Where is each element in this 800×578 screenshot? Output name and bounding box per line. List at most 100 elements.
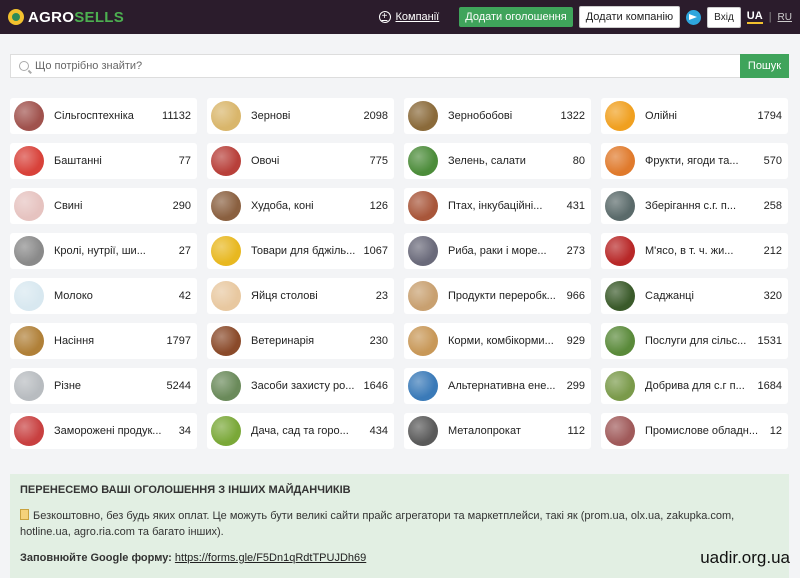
category-image-icon [605, 326, 635, 356]
category-count: 27 [178, 245, 191, 257]
category-card[interactable]: Птах, інкубаційні... 431 [404, 188, 591, 224]
category-card[interactable]: Зберігання с.г. п... 258 [601, 188, 788, 224]
category-count: 258 [763, 200, 782, 212]
category-image-icon [605, 371, 635, 401]
category-card[interactable]: Зернобобові 1322 [404, 98, 591, 134]
category-card[interactable]: Риба, раки і море... 273 [404, 233, 591, 269]
category-card[interactable]: Олійні 1794 [601, 98, 788, 134]
category-image-icon [14, 416, 44, 446]
category-card[interactable]: М'ясо, в т. ч. жи... 212 [601, 233, 788, 269]
category-label: Товари для бджіль... [251, 245, 356, 257]
category-card[interactable]: Товари для бджіль... 1067 [207, 233, 394, 269]
telegram-icon[interactable] [686, 9, 702, 25]
category-count: 34 [178, 425, 191, 437]
add-company-button[interactable]: Додати компанію [578, 6, 681, 28]
category-image-icon [14, 146, 44, 176]
category-image-icon [408, 101, 438, 131]
import-listings-text: Безкоштовно, без будь яких оплат. Це мож… [20, 510, 735, 538]
category-card[interactable]: Альтернативна ене... 299 [404, 368, 591, 404]
category-card[interactable]: Металопрокат 112 [404, 413, 591, 449]
companies-link[interactable]: + Компанії [378, 11, 440, 23]
plus-circle-icon: + [378, 11, 391, 23]
category-label: Риба, раки і море... [448, 245, 547, 257]
category-count: 299 [566, 380, 585, 392]
google-form-link[interactable]: https://forms.gle/F5Dn1qRdtTPUJDh69 [175, 552, 366, 564]
site-logo[interactable]: AGROSELLS [8, 9, 124, 26]
category-label: Зернові [251, 110, 291, 122]
category-label: Зелень, салати [448, 155, 526, 167]
add-listing-button[interactable]: Додати оголошення [459, 7, 573, 27]
category-card[interactable]: Фрукти, ягоди та... 570 [601, 143, 788, 179]
category-image-icon [605, 101, 635, 131]
category-label: Продукти переробк... [448, 290, 556, 302]
category-card[interactable]: Дача, сад та горо... 434 [207, 413, 394, 449]
category-card[interactable]: Зернові 2098 [207, 98, 394, 134]
category-count: 775 [369, 155, 388, 167]
category-card[interactable]: Свині 290 [10, 188, 197, 224]
category-count: 431 [566, 200, 585, 212]
category-card[interactable]: Кролі, нутрії, ши... 27 [10, 233, 197, 269]
category-count: 290 [172, 200, 191, 212]
category-card[interactable]: Сільгосптехніка 11132 [10, 98, 197, 134]
category-image-icon [211, 281, 241, 311]
search-button[interactable]: Пошук [740, 54, 789, 78]
category-card[interactable]: Різне 5244 [10, 368, 197, 404]
category-label: Кролі, нутрії, ши... [54, 245, 146, 257]
logo-sells-text: SELLS [74, 8, 125, 26]
search-input[interactable] [35, 60, 740, 72]
category-image-icon [211, 146, 241, 176]
category-image-icon [408, 146, 438, 176]
category-count: 112 [567, 425, 585, 437]
logo-icon [8, 9, 24, 25]
category-image-icon [211, 416, 241, 446]
category-image-icon [408, 326, 438, 356]
category-card[interactable]: Корми, комбікорми... 929 [404, 323, 591, 359]
category-label: Сільгосптехніка [54, 110, 134, 122]
category-label: Яйця столові [251, 290, 318, 302]
category-card[interactable]: Яйця столові 23 [207, 278, 394, 314]
category-label: Зернобобові [448, 110, 513, 122]
search-bar: Пошук [10, 54, 789, 78]
category-count: 12 [769, 425, 782, 437]
import-listings-title: ПЕРЕНЕСЕМО ВАШІ ОГОЛОШЕННЯ З ІНШИХ МАЙДА… [20, 484, 351, 496]
category-image-icon [408, 236, 438, 266]
lang-ua-link[interactable]: UA [746, 10, 763, 24]
category-image-icon [408, 416, 438, 446]
category-image-icon [14, 371, 44, 401]
category-count: 320 [763, 290, 782, 302]
category-card[interactable]: Молоко 42 [10, 278, 197, 314]
category-count: 42 [178, 290, 191, 302]
search-field-wrap [10, 54, 740, 78]
category-card[interactable]: Засоби захисту ро... 1646 [207, 368, 394, 404]
category-card[interactable]: Овочі 775 [207, 143, 394, 179]
lang-separator: | [768, 11, 772, 23]
category-card[interactable]: Худоба, коні 126 [207, 188, 394, 224]
logo-agro-text: AGRO [28, 8, 75, 26]
category-label: Промислове обладн... [645, 425, 759, 437]
category-card[interactable]: Продукти переробк... 966 [404, 278, 591, 314]
category-card[interactable]: Саджанці 320 [601, 278, 788, 314]
category-image-icon [605, 191, 635, 221]
category-card[interactable]: Промислове обладн... 12 [601, 413, 788, 449]
category-card[interactable]: Ветеринарія 230 [207, 323, 394, 359]
category-image-icon [605, 281, 635, 311]
category-card[interactable]: Насіння 1797 [10, 323, 197, 359]
category-count: 2098 [363, 110, 388, 122]
category-count: 11132 [162, 110, 191, 122]
category-count: 1797 [166, 335, 191, 347]
category-card[interactable]: Зелень, салати 80 [404, 143, 591, 179]
category-label: Овочі [251, 155, 280, 167]
lang-ru-link[interactable]: RU [778, 12, 792, 23]
category-count: 80 [572, 155, 585, 167]
category-count: 230 [369, 335, 388, 347]
category-card[interactable]: Добрива для с.г п... 1684 [601, 368, 788, 404]
category-label: Птах, інкубаційні... [448, 200, 543, 212]
category-image-icon [408, 371, 438, 401]
login-button[interactable]: Вхід [707, 6, 741, 28]
category-card[interactable]: Баштанні 77 [10, 143, 197, 179]
companies-link-label: Компанії [395, 11, 440, 23]
category-label: Заморожені продук... [54, 425, 162, 437]
category-card[interactable]: Заморожені продук... 34 [10, 413, 197, 449]
category-count: 434 [369, 425, 388, 437]
category-card[interactable]: Послуги для сільс... 1531 [601, 323, 788, 359]
